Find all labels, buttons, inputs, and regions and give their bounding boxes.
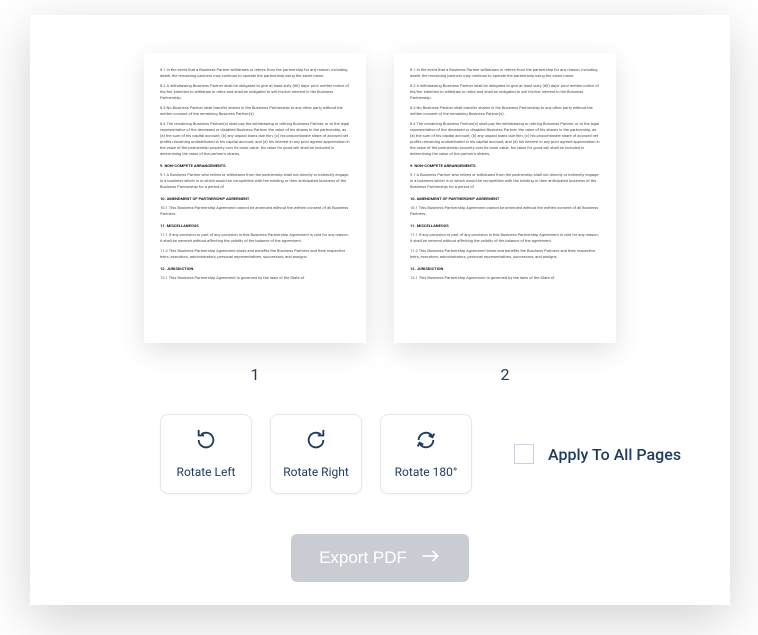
rotate-180-label: Rotate 180° bbox=[395, 465, 458, 479]
doc-line: 12.1 This Business Partnership Agreement… bbox=[410, 275, 600, 281]
page-number-2: 2 bbox=[501, 365, 510, 384]
doc-line: 8.1 In the event that a Business Partner… bbox=[160, 67, 350, 79]
page-number-1: 1 bbox=[251, 365, 260, 384]
apply-all-label: Apply To All Pages bbox=[548, 445, 681, 464]
apply-all-wrap: Apply To All Pages bbox=[514, 444, 681, 464]
editor-canvas: 8.1 In the event that a Business Partner… bbox=[30, 15, 730, 605]
controls-row: Rotate Left Rotate Right Rotate 180° App… bbox=[70, 414, 690, 494]
doc-line: 8.1 In the event that a Business Partner… bbox=[410, 67, 600, 79]
doc-line: 11.2 This Business Partnership Agreement… bbox=[410, 248, 600, 260]
doc-line: 8.2 A withdrawing Business Partner shall… bbox=[160, 83, 350, 101]
doc-heading: 10. AMENDMENT OF PARTNERSHIP AGREEMENT bbox=[160, 196, 350, 202]
page-thumbnail-2[interactable]: 8.1 In the event that a Business Partner… bbox=[394, 53, 616, 343]
doc-text: 8.1 In the event that a Business Partner… bbox=[160, 67, 350, 281]
doc-heading: 11. MISCELLANEOUS bbox=[410, 223, 600, 229]
rotate-right-icon bbox=[305, 429, 327, 455]
doc-line: 9.1 A Business Partner who retires or wi… bbox=[410, 172, 600, 190]
page-wrap-1: 8.1 In the event that a Business Partner… bbox=[144, 53, 366, 384]
doc-line: 8.3 No Business Partner shall transfer s… bbox=[410, 105, 600, 117]
export-row: Export PDF bbox=[70, 534, 690, 582]
doc-line: 8.4 The remaining Business Partner(s) sh… bbox=[410, 121, 600, 157]
rotate-left-button[interactable]: Rotate Left bbox=[160, 414, 252, 494]
rotate-180-icon bbox=[415, 429, 437, 455]
doc-line: 9.1 A Business Partner who retires or wi… bbox=[160, 172, 350, 190]
doc-line: 11.1 If any provision or part of any pro… bbox=[410, 232, 600, 244]
arrow-right-icon bbox=[421, 548, 441, 568]
page-thumbnail-1[interactable]: 8.1 In the event that a Business Partner… bbox=[144, 53, 366, 343]
pages-row: 8.1 In the event that a Business Partner… bbox=[70, 53, 690, 384]
doc-line: 12.1 This Business Partnership Agreement… bbox=[160, 275, 350, 281]
page-wrap-2: 8.1 In the event that a Business Partner… bbox=[394, 53, 616, 384]
doc-heading: 9. NON-COMPETE ARRANGEMENTS bbox=[410, 163, 600, 169]
doc-heading: 9. NON-COMPETE ARRANGEMENTS bbox=[160, 163, 350, 169]
doc-line: 8.3 No Business Partner shall transfer s… bbox=[160, 105, 350, 117]
rotate-left-label: Rotate Left bbox=[177, 465, 236, 479]
rotate-left-icon bbox=[195, 429, 217, 455]
rotate-right-button[interactable]: Rotate Right bbox=[270, 414, 362, 494]
export-pdf-button[interactable]: Export PDF bbox=[291, 534, 469, 582]
export-pdf-label: Export PDF bbox=[319, 548, 407, 568]
doc-line: 8.2 A withdrawing Business Partner shall… bbox=[410, 83, 600, 101]
doc-line: 11.1 If any provision or part of any pro… bbox=[160, 232, 350, 244]
doc-line: 10.1 This Business Partnership Agreement… bbox=[410, 205, 600, 217]
doc-heading: 12. JURISDICTION bbox=[160, 266, 350, 272]
doc-heading: 10. AMENDMENT OF PARTNERSHIP AGREEMENT bbox=[410, 196, 600, 202]
doc-heading: 11. MISCELLANEOUS bbox=[160, 223, 350, 229]
apply-all-checkbox[interactable] bbox=[514, 444, 534, 464]
doc-text: 8.1 In the event that a Business Partner… bbox=[410, 67, 600, 281]
doc-line: 8.4 The remaining Business Partner(s) sh… bbox=[160, 121, 350, 157]
doc-line: 11.2 This Business Partnership Agreement… bbox=[160, 248, 350, 260]
rotate-right-label: Rotate Right bbox=[283, 465, 349, 479]
rotate-180-button[interactable]: Rotate 180° bbox=[380, 414, 472, 494]
doc-heading: 12. JURISDICTION bbox=[410, 266, 600, 272]
doc-line: 10.1 This Business Partnership Agreement… bbox=[160, 205, 350, 217]
